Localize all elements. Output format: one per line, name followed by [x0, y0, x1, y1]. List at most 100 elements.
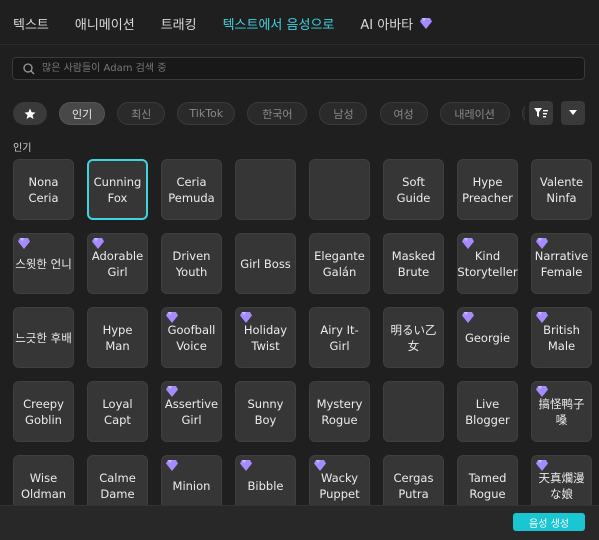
- voice-card[interactable]: Ceria Pemuda: [161, 159, 222, 220]
- top-tab-bar: 텍스트 애니메이션 트래킹 텍스트에서 음성으로 AI 아바타: [0, 0, 599, 46]
- premium-diamond-icon: [18, 238, 30, 249]
- voice-card[interactable]: Minion: [161, 455, 222, 505]
- voice-card-name: Soft Guide: [396, 174, 431, 205]
- tab-tracking[interactable]: 트래킹: [161, 14, 197, 33]
- premium-diamond-icon: [462, 312, 474, 323]
- chip-female[interactable]: 여성: [379, 102, 428, 125]
- star-icon: [24, 108, 36, 119]
- voice-card[interactable]: 明るい乙女: [383, 307, 444, 368]
- voice-card-name: Live Blogger: [465, 396, 510, 427]
- favorites-chip[interactable]: [13, 102, 47, 125]
- voice-card-name: Wacky Puppet: [319, 470, 360, 501]
- voice-card-name: Creepy Goblin: [23, 396, 64, 427]
- voice-card[interactable]: Calme Dame: [87, 455, 148, 505]
- voice-card[interactable]: Wise Oldman: [13, 455, 74, 505]
- voice-card[interactable]: [235, 159, 296, 220]
- voice-card[interactable]: Hype Man: [87, 307, 148, 368]
- section-title-popular: 인기: [13, 143, 32, 154]
- voice-card-name: Ceria Pemuda: [168, 174, 215, 205]
- voice-card[interactable]: Masked Brute: [383, 233, 444, 294]
- voice-card[interactable]: 느긋한 후배: [13, 307, 74, 368]
- voice-card[interactable]: Loyal Capt: [87, 381, 148, 442]
- voice-card-name: 明るい乙女: [390, 322, 437, 353]
- voice-card-name: Kind Storyteller: [457, 248, 518, 279]
- generate-speech-button[interactable]: 음성 생성: [513, 513, 585, 531]
- tab-text-to-speech[interactable]: 텍스트에서 음성으로: [223, 14, 335, 33]
- voice-card-name: Georgie: [464, 330, 511, 345]
- voice-card-name: Holiday Twist: [243, 322, 288, 353]
- voice-card[interactable]: Wacky Puppet: [309, 455, 370, 505]
- voice-card-name: Tamed Rogue: [468, 470, 507, 501]
- voice-card[interactable]: Cergas Putra: [383, 455, 444, 505]
- voice-card[interactable]: Narrative Female: [531, 233, 592, 294]
- voice-card[interactable]: Live Blogger: [457, 381, 518, 442]
- voice-card[interactable]: 搞怪鸭子嗓: [531, 381, 592, 442]
- voice-card-name: Sunny Boy: [247, 396, 284, 427]
- voice-card[interactable]: Tamed Rogue: [457, 455, 518, 505]
- voice-card-name: Cunning Fox: [93, 174, 142, 205]
- chip-male[interactable]: 남성: [319, 102, 368, 125]
- chip-more[interactable]: 키: [521, 102, 525, 125]
- voice-card-name: Elegante Galán: [314, 248, 365, 279]
- voice-card-name: Cergas Putra: [393, 470, 434, 501]
- voice-card[interactable]: Bibble: [235, 455, 296, 505]
- voice-card[interactable]: Mystery Rogue: [309, 381, 370, 442]
- chip-tiktok[interactable]: TikTok: [177, 102, 236, 125]
- voice-card[interactable]: [383, 381, 444, 442]
- voice-card[interactable]: British Male: [531, 307, 592, 368]
- voice-card-name: Wise Oldman: [20, 470, 67, 501]
- voice-card[interactable]: 스윗한 언니: [13, 233, 74, 294]
- voice-card[interactable]: Nona Ceria: [13, 159, 74, 220]
- tab-text[interactable]: 텍스트: [13, 14, 49, 33]
- voice-card-name: Masked Brute: [391, 248, 436, 279]
- voice-card[interactable]: 天真爛漫な娘: [531, 455, 592, 505]
- premium-diamond-icon: [536, 460, 548, 471]
- voice-card[interactable]: Airy It-Girl: [309, 307, 370, 368]
- premium-diamond-icon: [420, 17, 433, 29]
- voice-card-name: Goofball Voice: [167, 322, 216, 353]
- voice-card[interactable]: Holiday Twist: [235, 307, 296, 368]
- voice-card-name: Nona Ceria: [28, 174, 59, 205]
- voice-card[interactable]: Georgie: [457, 307, 518, 368]
- voice-card[interactable]: Creepy Goblin: [13, 381, 74, 442]
- premium-diamond-icon: [166, 460, 178, 471]
- sort-filter-button[interactable]: [529, 101, 553, 125]
- voice-card-name: Driven Youth: [172, 248, 211, 279]
- voice-card[interactable]: Driven Youth: [161, 233, 222, 294]
- voice-card[interactable]: Assertive Girl: [161, 381, 222, 442]
- search-bar[interactable]: [12, 57, 585, 80]
- tab-animation[interactable]: 애니메이션: [75, 14, 135, 33]
- voice-card-name: British Male: [543, 322, 580, 353]
- premium-diamond-icon: [240, 460, 252, 471]
- voice-card[interactable]: Cunning Fox: [87, 159, 148, 220]
- voice-card[interactable]: Valente Ninfa: [531, 159, 592, 220]
- chip-popular[interactable]: 인기: [59, 102, 106, 125]
- voice-card-name: Assertive Girl: [164, 396, 219, 427]
- premium-diamond-icon: [536, 238, 548, 249]
- voice-card[interactable]: Elegante Galán: [309, 233, 370, 294]
- tab-divider: [0, 44, 599, 45]
- chevron-down-icon: [569, 110, 577, 115]
- voice-card-name: Adorable Girl: [91, 248, 144, 279]
- voice-card-name: 스윗한 언니: [15, 256, 72, 271]
- voice-card-name: Mystery Rogue: [316, 396, 363, 427]
- voice-card[interactable]: Hype Preacher: [457, 159, 518, 220]
- filter-sort-icon: [534, 108, 548, 118]
- voice-card[interactable]: Girl Boss: [235, 233, 296, 294]
- voice-card[interactable]: Kind Storyteller: [457, 233, 518, 294]
- voice-card[interactable]: Goofball Voice: [161, 307, 222, 368]
- dropdown-button[interactable]: [561, 101, 585, 125]
- chip-narration[interactable]: 내레이션: [439, 102, 510, 125]
- voice-card[interactable]: Sunny Boy: [235, 381, 296, 442]
- chip-latest[interactable]: 최신: [117, 102, 166, 125]
- voice-card-name: Hype Man: [102, 322, 133, 353]
- voice-grid: Nona Ceria Cunning Fox Ceria Pemuda Soft Gu…: [13, 159, 593, 505]
- tab-ai-avatar[interactable]: AI 아바타: [360, 14, 433, 33]
- tab-ai-avatar-label: AI 아바타: [360, 17, 414, 33]
- voice-card-name: 느긋한 후배: [15, 330, 72, 345]
- voice-card[interactable]: Adorable Girl: [87, 233, 148, 294]
- voice-card[interactable]: Soft Guide: [383, 159, 444, 220]
- voice-card[interactable]: [309, 159, 370, 220]
- search-input[interactable]: [40, 62, 584, 75]
- chip-korean[interactable]: 한국어: [247, 102, 308, 125]
